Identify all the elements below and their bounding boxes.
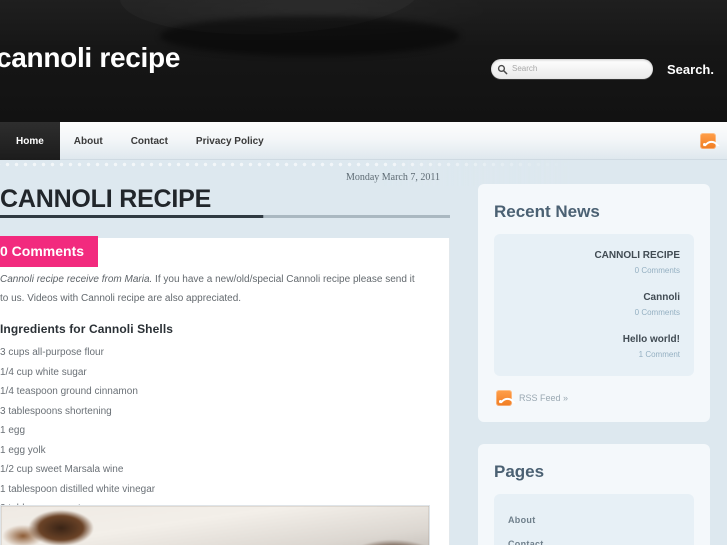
site-header: cannoli recipe Search. [0, 0, 727, 122]
search-area: Search. [491, 59, 714, 79]
news-item-title[interactable]: Cannoli [508, 290, 680, 305]
pages-widget: Pages About Contact Privacy Policy [478, 444, 710, 545]
list-item: 3 tablespoons shortening [0, 405, 112, 417]
cannoli-photo-image [1, 506, 429, 545]
post-intro-emphasis: Cannoli recipe receive from Maria. [0, 274, 153, 285]
recent-news-list: CANNOLI RECIPE 0 Comments Cannoli 0 Comm… [494, 234, 694, 376]
recent-news-widget: Recent News CANNOLI RECIPE 0 Comments Ca… [478, 184, 710, 422]
list-item: 1/2 cup sweet Marsala wine [0, 464, 124, 475]
news-item-comments[interactable]: 0 Comments [508, 306, 680, 320]
list-item: 1 egg yolk [0, 444, 46, 456]
post-text-area: Cannoli recipe receive from Maria. If yo… [0, 270, 424, 545]
post-intro: Cannoli recipe receive from Maria. If yo… [0, 270, 424, 308]
rss-feed-label: RSS Feed » [519, 393, 569, 403]
news-item-title[interactable]: Hello world! [508, 332, 680, 347]
list-item[interactable]: CANNOLI RECIPE 0 Comments [508, 248, 680, 278]
list-item[interactable]: Hello world! 1 Comment [508, 332, 680, 362]
news-item-comments[interactable]: 0 Comments [508, 264, 680, 278]
news-item-title[interactable]: CANNOLI RECIPE [508, 248, 680, 263]
nav-rss-link[interactable] [700, 133, 716, 149]
pages-list-box: About Contact Privacy Policy [494, 494, 694, 545]
list-item: 3 cups all-purpose flour [0, 347, 104, 358]
list-item: 1 egg [0, 425, 26, 436]
rss-feed-link[interactable]: RSS Feed » [494, 390, 694, 406]
search-input[interactable] [512, 62, 643, 76]
search-label: Search. [667, 61, 714, 77]
rss-icon [700, 133, 716, 149]
news-item-comments[interactable]: 1 Comment [508, 348, 680, 362]
post-photo [0, 505, 430, 545]
ingredients-heading: Ingredients for Cannoli Shells [0, 322, 174, 336]
title-divider [0, 215, 450, 218]
nav-item-contact[interactable]: Contact [117, 122, 182, 160]
list-item: 1/4 cup white sugar [0, 366, 87, 378]
header-shadow-decoration [160, 16, 460, 56]
pages-list: About Contact Privacy Policy [508, 508, 680, 545]
comments-count-badge[interactable]: 0 Comments [0, 236, 99, 267]
nav-item-list: Home About Contact Privacy Policy [0, 122, 278, 160]
list-item: 1/4 teaspoon ground cinnamon [0, 386, 138, 397]
nav-item-about[interactable]: About [60, 122, 117, 160]
pages-item-about[interactable]: About [508, 508, 680, 532]
sidebar: Recent News CANNOLI RECIPE 0 Comments Ca… [478, 184, 710, 545]
recent-news-title: Recent News [494, 202, 600, 221]
rss-icon [496, 390, 512, 406]
post-date: Monday March 7, 2011 [345, 172, 440, 183]
search-box[interactable] [491, 59, 654, 79]
pages-title: Pages [494, 462, 545, 481]
main-navigation: Home About Contact Privacy Policy [0, 122, 727, 160]
page-title: CANNOLI RECIPE [0, 185, 212, 213]
nav-item-home[interactable]: Home [0, 122, 60, 160]
site-title[interactable]: cannoli recipe [0, 41, 180, 75]
list-item[interactable]: Cannoli 0 Comments [508, 290, 680, 320]
nav-item-privacy-policy[interactable]: Privacy Policy [182, 122, 278, 160]
list-item: 1 tablespoon distilled white vinegar [0, 483, 156, 495]
search-icon [497, 64, 508, 74]
pages-item-contact[interactable]: Contact [508, 532, 680, 545]
